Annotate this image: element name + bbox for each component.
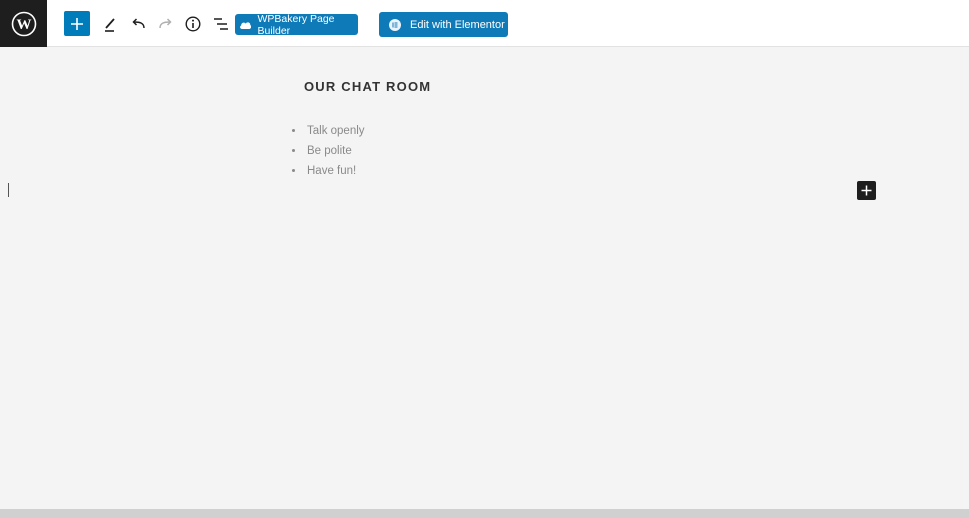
list-item[interactable]: Be polite <box>290 143 365 163</box>
text-cursor <box>8 183 9 197</box>
editor-toolbar: W WPBakery Page Builder Edit with Elemen… <box>0 0 969 47</box>
tools-button[interactable] <box>97 11 123 37</box>
list-item[interactable]: Have fun! <box>290 163 365 183</box>
undo-button[interactable] <box>125 11 151 37</box>
list-item[interactable]: Talk openly <box>290 123 365 143</box>
plus-icon <box>861 185 872 196</box>
pencil-icon <box>105 18 115 32</box>
wpbakery-cloud-icon <box>240 21 252 29</box>
edit-with-elementor-button[interactable]: Edit with Elementor <box>379 12 508 37</box>
add-block-inline-button[interactable] <box>857 181 876 200</box>
svg-text:W: W <box>16 17 31 33</box>
elementor-label: Edit with Elementor <box>410 18 505 31</box>
bottom-scrollbar[interactable] <box>0 509 969 518</box>
bullet-list[interactable]: Talk openly Be polite Have fun! <box>290 123 365 183</box>
wpbakery-page-builder-button[interactable]: WPBakery Page Builder <box>235 12 358 37</box>
wordpress-logo-icon[interactable]: W <box>0 0 47 47</box>
elementor-icon <box>389 18 401 31</box>
redo-button[interactable] <box>153 11 179 37</box>
plus-icon <box>71 17 83 30</box>
add-block-button[interactable] <box>64 11 90 36</box>
wpbakery-label: WPBakery Page Builder <box>257 12 335 37</box>
undo-icon <box>132 18 145 29</box>
info-icon <box>185 16 201 32</box>
list-view-icon <box>214 18 228 30</box>
details-button[interactable] <box>180 11 206 37</box>
list-view-button[interactable] <box>208 11 234 37</box>
redo-icon <box>159 18 172 29</box>
page-heading[interactable]: OUR CHAT ROOM <box>304 79 431 94</box>
